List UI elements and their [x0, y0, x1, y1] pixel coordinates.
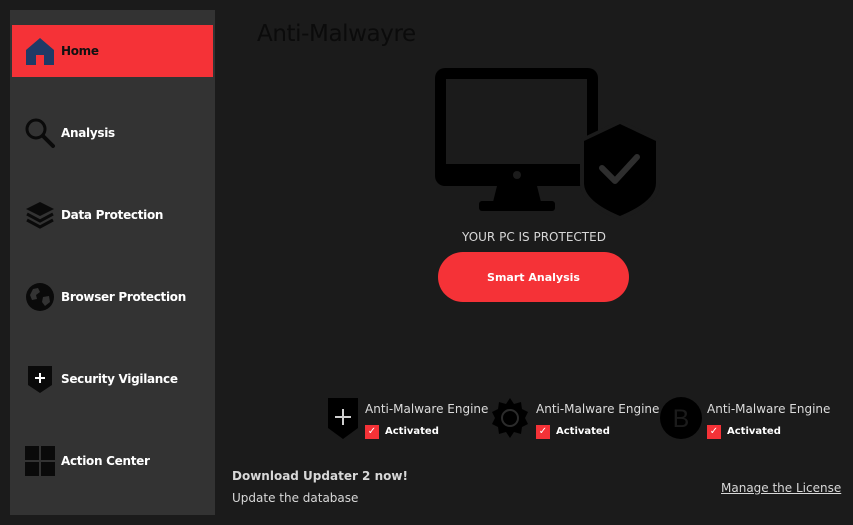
search-icon — [23, 116, 57, 150]
sidebar-item-label: Action Center — [61, 454, 150, 468]
grid-icon — [23, 444, 57, 478]
engine-name: Anti-Malware Engine — [365, 402, 489, 416]
engine-name: Anti-Malware Engine — [707, 402, 831, 416]
engine-checkbox[interactable]: ✓ — [536, 425, 550, 439]
engine-checkbox[interactable]: ✓ — [707, 425, 721, 439]
sidebar-item-label: Analysis — [61, 126, 115, 140]
smart-analysis-button[interactable]: Smart Analysis — [438, 252, 629, 302]
sidebar-item-label: Home — [61, 44, 99, 58]
shield-plus-icon — [23, 362, 57, 396]
sidebar: Home Analysis Data Protection Browser Pr… — [10, 10, 215, 515]
protection-status-text: YOUR PC IS PROTECTED — [462, 230, 606, 244]
engine-card: B Anti-Malware Engine ✓ Activated — [659, 396, 831, 445]
engine-checkbox[interactable]: ✓ — [365, 425, 379, 439]
globe-icon — [23, 280, 57, 314]
sidebar-item-label: Security Vigilance — [61, 372, 178, 386]
monitor-shield-check-icon — [435, 67, 660, 222]
shield-plus-icon — [327, 396, 359, 445]
circle-b-icon: B — [659, 396, 703, 445]
sidebar-item-analysis[interactable]: Analysis — [12, 107, 213, 159]
layers-icon — [23, 198, 57, 232]
sidebar-item-label: Data Protection — [61, 208, 164, 222]
update-title[interactable]: Download Updater 2 now! — [232, 469, 408, 483]
gear-shield-icon — [490, 396, 530, 445]
sidebar-item-browser-protection[interactable]: Browser Protection — [12, 271, 213, 323]
engine-card: Anti-Malware Engine ✓ Activated — [490, 396, 660, 442]
engine-card: Anti-Malware Engine ✓ Activated — [327, 396, 492, 442]
sidebar-item-home[interactable]: Home — [12, 25, 213, 77]
engine-status: Activated — [727, 426, 781, 437]
home-icon — [23, 34, 57, 68]
sidebar-item-data-protection[interactable]: Data Protection — [12, 189, 213, 241]
engine-status: Activated — [385, 426, 439, 437]
page-title: Anti-Malwayre — [257, 21, 416, 47]
sidebar-item-security-vigilance[interactable]: Security Vigilance — [12, 353, 213, 405]
manage-license-link[interactable]: Manage the License — [721, 481, 841, 495]
sidebar-item-action-center[interactable]: Action Center — [12, 435, 213, 487]
engine-status: Activated — [556, 426, 610, 437]
engine-name: Anti-Malware Engine — [536, 402, 660, 416]
svg-text:B: B — [673, 405, 690, 433]
update-subtitle: Update the database — [232, 491, 359, 505]
sidebar-item-label: Browser Protection — [61, 290, 186, 304]
